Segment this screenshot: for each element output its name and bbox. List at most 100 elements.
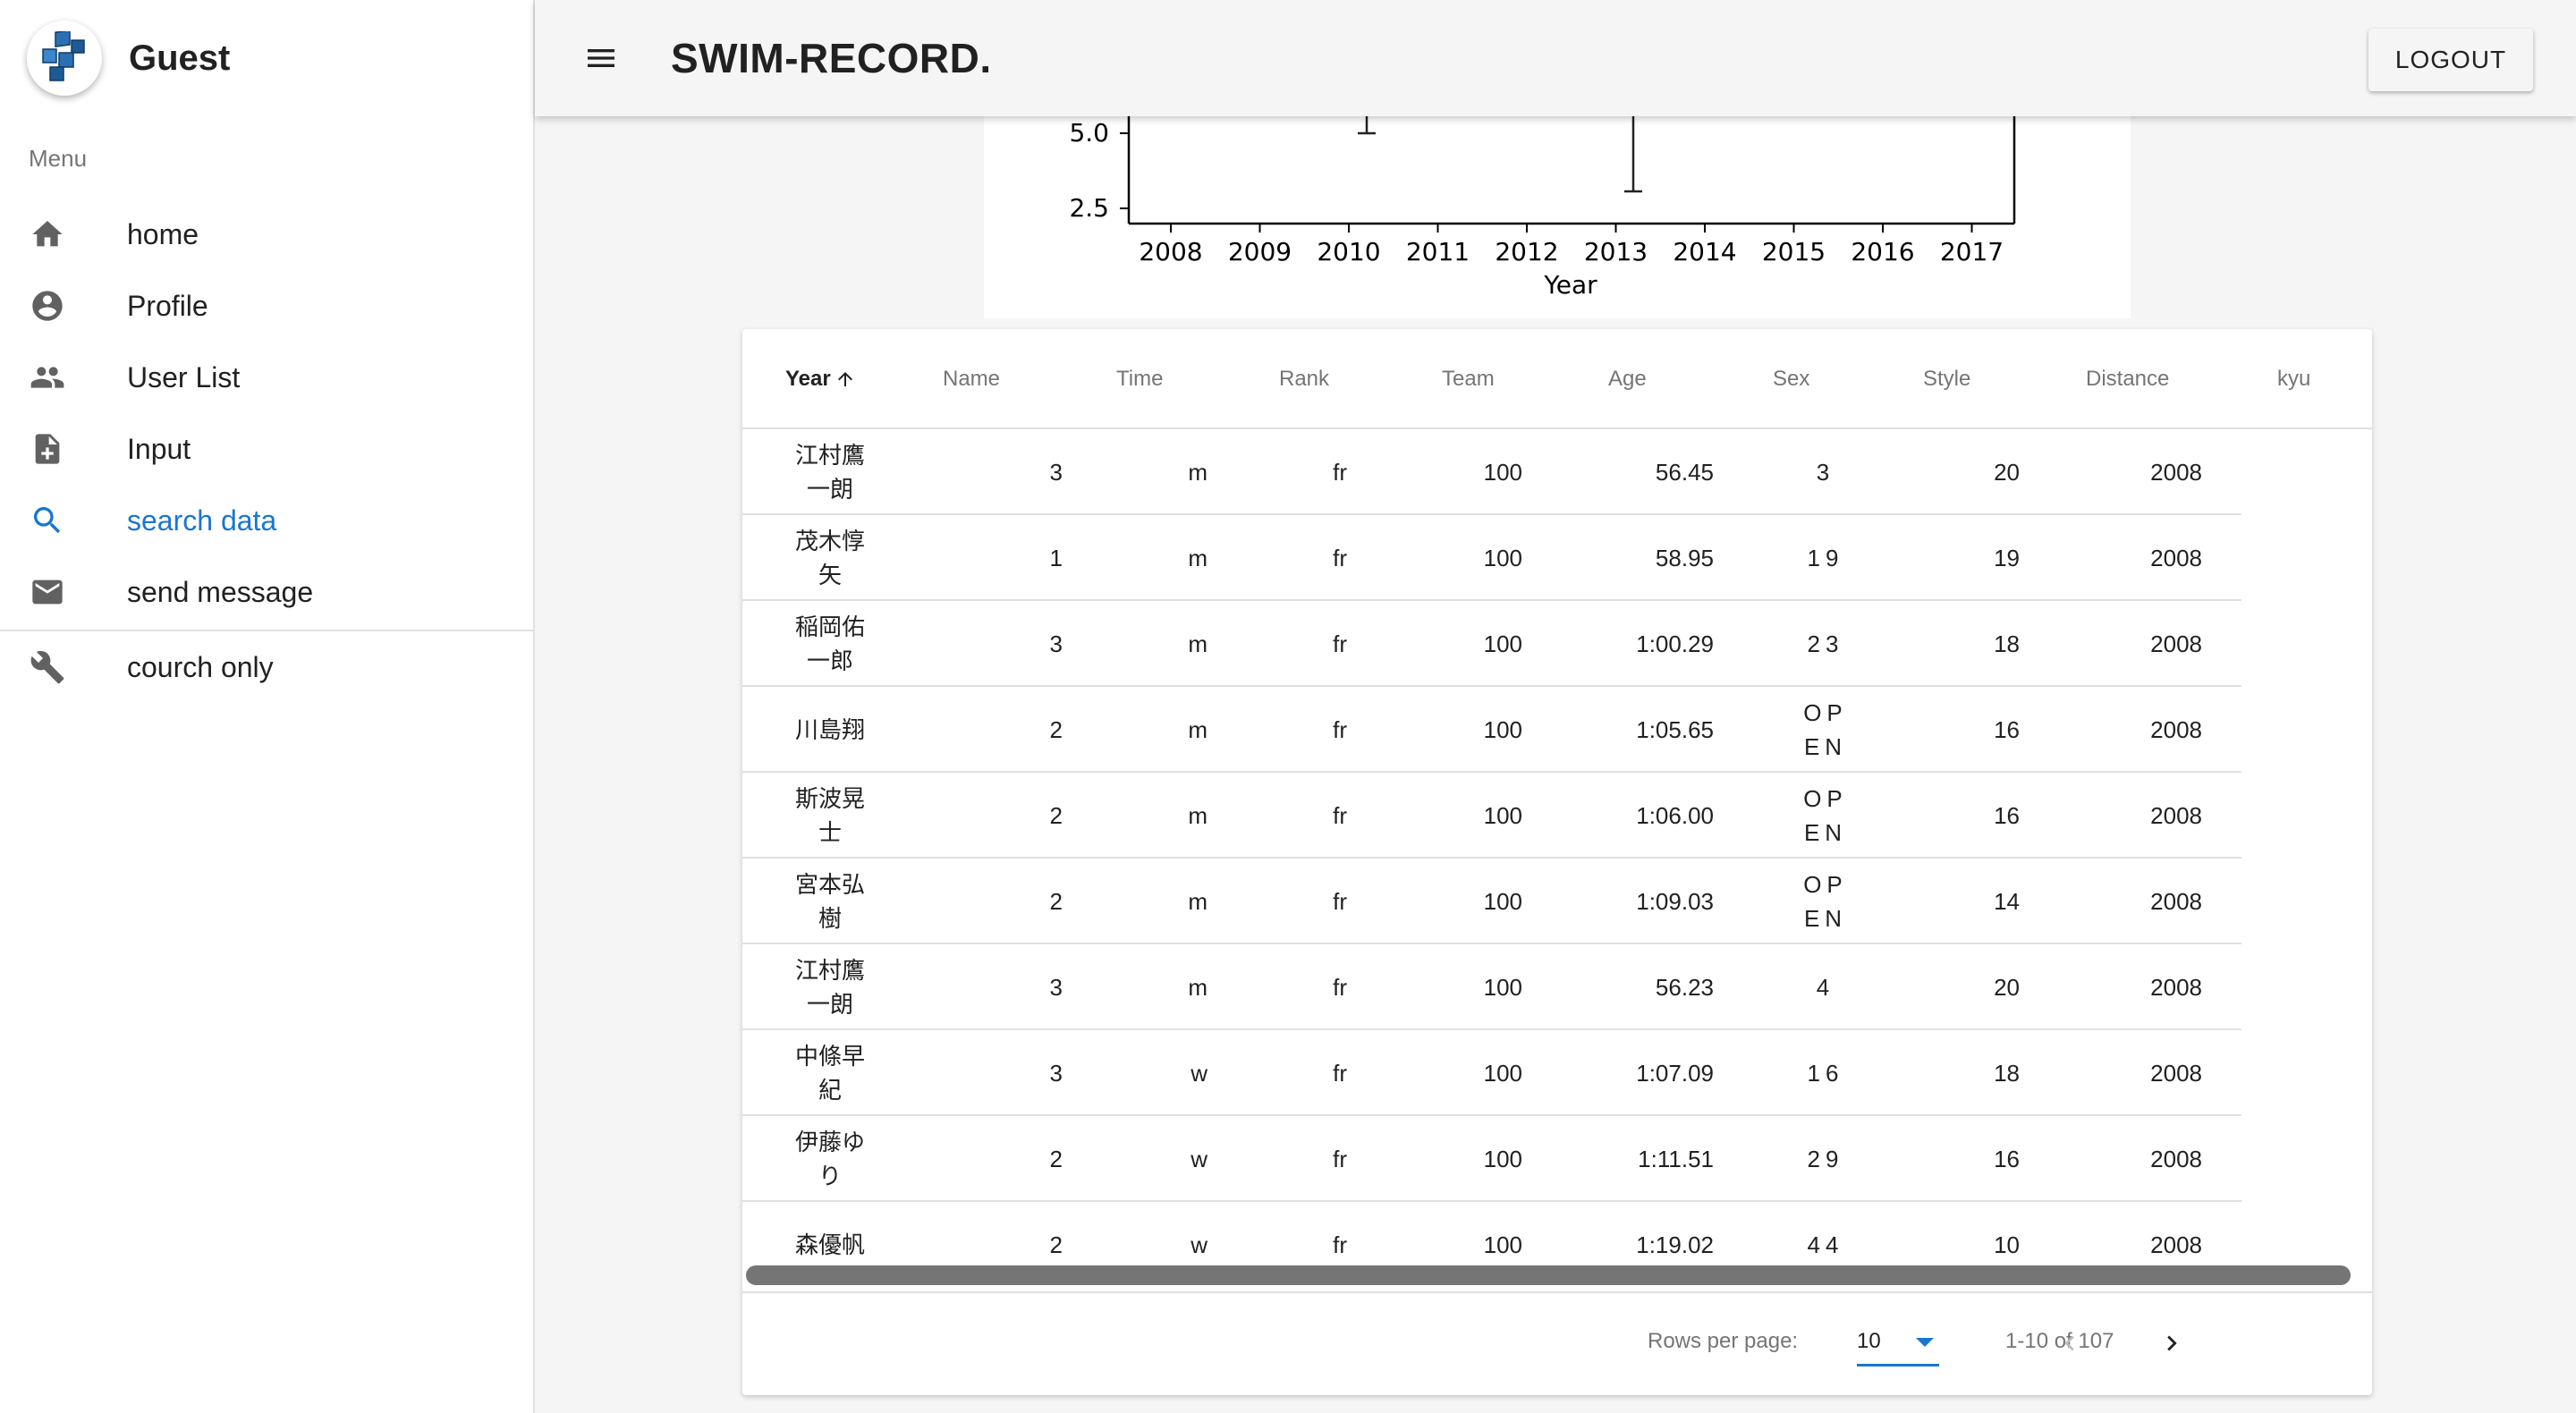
x-tick-label: 2011 (1406, 237, 1470, 267)
next-page-button[interactable] (2145, 1316, 2199, 1370)
x-tick-label: 2014 (1673, 237, 1736, 267)
cell-sex: m (1188, 458, 1208, 486)
column-header-kyu[interactable]: kyu (2277, 329, 2310, 429)
cell-age: 10 (1994, 1231, 2020, 1258)
cell-team: 29 (1807, 1146, 1844, 1172)
rows-per-page-label: Rows per page: (1648, 1329, 1799, 1353)
cell-rank: 3 (1049, 630, 1063, 657)
cell-style: fr (1333, 544, 1347, 571)
cell-distance: 100 (1483, 973, 1522, 1001)
horizontal-scrollbar[interactable] (746, 1265, 2356, 1285)
column-header-time[interactable]: Time (1116, 329, 1163, 429)
sidebar: Guest Menu home Profile User List Input … (0, 0, 535, 1413)
cell-time: 1:05.65 (1636, 715, 1714, 743)
logout-button[interactable]: LOGOUT (2368, 29, 2533, 91)
cell-year: 2008 (2150, 544, 2202, 571)
cell-age: 20 (1994, 458, 2020, 486)
cell-team: OPEN (1803, 871, 1848, 932)
table-row[interactable]: 江村鷹一朗 3 m fr 100 56.23 4 20 2008 (742, 944, 2241, 1030)
rows-per-page-select[interactable]: 10 (1857, 1318, 1939, 1366)
table-row[interactable]: 江村鷹一朗 3 m fr 100 56.45 3 20 2008 (742, 429, 2241, 515)
previous-page-button[interactable] (2043, 1316, 2097, 1370)
column-header-distance[interactable]: Distance (2086, 329, 2169, 429)
sidebar-item-label: courch only (127, 650, 274, 683)
column-header-rank[interactable]: Rank (1279, 329, 1329, 429)
cell-distance: 100 (1483, 1059, 1522, 1087)
cell-name: 川島翔 (794, 716, 865, 743)
column-header-age[interactable]: Age (1608, 329, 1647, 429)
column-header-team[interactable]: Team (1442, 329, 1495, 429)
sidebar-item-profile[interactable]: Profile (0, 270, 533, 342)
cell-style: fr (1333, 458, 1347, 486)
cell-team: 23 (1807, 630, 1844, 657)
table-row[interactable]: 川島翔 2 m fr 100 1:05.65 OPEN 16 2008 (742, 687, 2241, 773)
cell-age: 16 (1994, 801, 2020, 829)
table-row[interactable]: 伊藤ゆり 2 w fr 100 1:11.51 29 16 2008 (742, 1116, 2241, 1202)
sidebar-item-label: User List (127, 360, 241, 393)
cell-name: 茂木惇矢 (794, 528, 865, 588)
column-header-name[interactable]: Name (943, 329, 1000, 429)
sidebar-item-courch-only[interactable]: courch only (0, 631, 533, 703)
search-icon (29, 502, 66, 539)
table-row[interactable]: 斯波晃士 2 m fr 100 1:06.00 OPEN 16 2008 (742, 773, 2241, 859)
cell-distance: 100 (1483, 544, 1522, 571)
column-header-year[interactable]: Year (785, 329, 856, 429)
table-row[interactable]: 宮本弘樹 2 m fr 100 1:09.03 OPEN 14 2008 (742, 859, 2241, 944)
cell-sex: w (1191, 1145, 1208, 1172)
cell-distance: 100 (1483, 715, 1522, 743)
chevron-right-icon (2167, 1335, 2177, 1351)
cell-style: fr (1333, 630, 1347, 657)
cell-rank: 2 (1049, 801, 1063, 829)
cell-year: 2008 (2150, 1059, 2202, 1087)
cell-age: 16 (1994, 715, 2020, 743)
cell-distance: 100 (1483, 887, 1522, 915)
avatar (27, 21, 102, 96)
cell-name: 中條早紀 (794, 1043, 865, 1104)
sidebar-item-label: home (127, 217, 199, 250)
cell-team: 4 (1816, 974, 1835, 1001)
sidebar-item-input[interactable]: Input (0, 413, 533, 485)
sidebar-item-label: Input (127, 432, 191, 465)
cell-rank: 2 (1049, 715, 1063, 743)
cubes-logo-icon (42, 31, 85, 81)
cell-team: OPEN (1803, 699, 1848, 760)
cell-team: OPEN (1803, 785, 1848, 846)
cell-rank: 2 (1049, 887, 1063, 915)
cell-year: 2008 (2150, 973, 2202, 1001)
cell-team: 3 (1816, 459, 1835, 486)
column-header-sex[interactable]: Sex (1773, 329, 1809, 429)
cell-style: fr (1333, 973, 1347, 1001)
cell-name: 宮本弘樹 (794, 871, 865, 932)
sidebar-item-send-message[interactable]: send message (0, 556, 533, 628)
sidebar-item-label: search data (127, 503, 277, 537)
column-header-style[interactable]: Style (1923, 329, 1970, 429)
cell-year: 2008 (2150, 715, 2202, 743)
table-row[interactable]: 茂木惇矢 1 m fr 100 58.95 19 19 2008 (742, 515, 2241, 601)
sidebar-item-user-list[interactable]: User List (0, 342, 533, 413)
cell-name: 森優帆 (794, 1231, 865, 1258)
cell-time: 56.45 (1655, 458, 1714, 486)
cell-age: 16 (1994, 1145, 2020, 1172)
chart-panel: 5.0 2.5 2008 2009 2010 2011 2012 2013 2014 2015… (984, 116, 2131, 318)
x-tick-label: 2016 (1851, 237, 1914, 267)
scrollbar-thumb[interactable] (746, 1265, 2351, 1285)
cell-sex: m (1188, 630, 1208, 657)
user-profile: Guest (0, 0, 533, 116)
menu-icon[interactable] (581, 38, 621, 78)
table-row[interactable]: 稲岡佑一郎 3 m fr 100 1:00.29 23 18 2008 (742, 601, 2241, 687)
cell-name: 斯波晃士 (794, 785, 865, 846)
sidebar-item-search-data[interactable]: search data (0, 485, 533, 556)
cell-time: 58.95 (1655, 544, 1714, 571)
cell-year: 2008 (2150, 801, 2202, 829)
cell-name: 伊藤ゆり (794, 1129, 865, 1189)
app-bar: SWIM-RECORD. LOGOUT (535, 0, 2576, 116)
sidebar-item-home[interactable]: home (0, 199, 533, 270)
table-row[interactable]: 森優帆 2 w fr 100 1:19.02 44 10 2008 (742, 1202, 2241, 1275)
table-row[interactable]: 中條早紀 3 w fr 100 1:07.09 16 18 2008 (742, 1030, 2241, 1116)
cell-time: 56.23 (1655, 973, 1714, 1001)
cell-year: 2008 (2150, 458, 2202, 486)
cell-rank: 2 (1049, 1145, 1063, 1172)
people-icon (29, 359, 66, 396)
records-table: Year Name Time Rank Team Age Sex Style D… (742, 329, 2372, 1395)
cell-time: 1:09.03 (1636, 887, 1714, 915)
